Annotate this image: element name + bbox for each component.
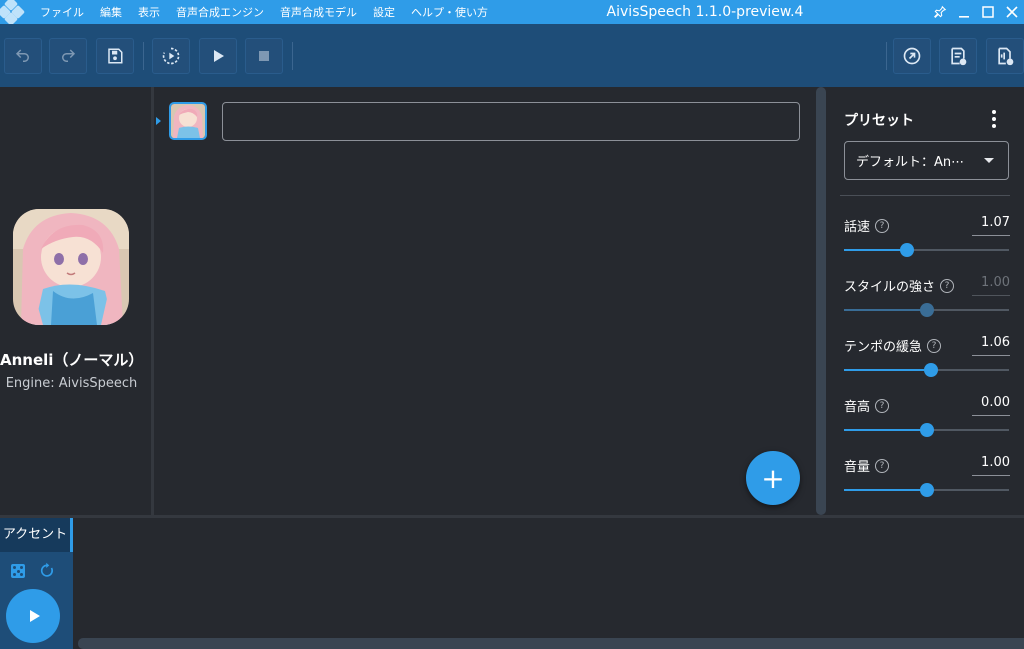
slider-thumb[interactable] [919,303,934,317]
param-pitch: 音高? 0.00 [844,395,1010,452]
maximize-icon[interactable] [976,0,1000,24]
menu-settings[interactable]: 設定 [373,4,395,20]
slider-thumb[interactable] [899,243,914,257]
app-logo-icon [0,0,26,27]
param-style-strength-label: スタイルの強さ [844,280,936,295]
param-pitch-label: 音高 [844,400,871,415]
more-vert-icon[interactable] [984,107,1004,131]
stop-button[interactable] [245,38,283,74]
play-button[interactable] [199,38,237,74]
help-icon[interactable]: ? [875,398,890,413]
dropdown-arrow-icon [984,158,994,163]
menu-file[interactable]: ファイル [40,4,84,20]
preset-title: プリセット [844,113,914,129]
bottom-scrollbar[interactable] [78,638,1024,649]
play-icon [29,610,40,622]
dice-icon[interactable] [11,564,25,578]
help-icon[interactable]: ? [940,278,955,293]
pin-icon[interactable] [928,0,952,24]
slider-thumb[interactable] [919,483,934,497]
text-input[interactable] [222,102,800,141]
redo-button[interactable] [49,38,87,74]
menu-bar: ファイル 編集 表示 音声合成エンジン 音声合成モデル 設定 ヘルプ・使い方 [40,0,504,24]
title-bar: ファイル 編集 表示 音声合成エンジン 音声合成モデル 設定 ヘルプ・使い方 A… [0,0,1024,27]
export-text-button[interactable] [939,38,977,74]
toolbar [0,24,1024,87]
open-link-icon [903,47,921,65]
export-audio-icon [998,47,1014,66]
preset-panel: プリセット デフォルト：An⋯ 話速? 1.07 スタイルの強さ? 1.00 テ… [826,87,1024,515]
menu-engine[interactable]: 音声合成エンジン [176,4,264,20]
audio-cell-list: + [154,87,814,515]
param-volume-label: 音量 [844,460,871,475]
add-cell-button[interactable]: + [746,451,800,505]
window-title: AivisSpeech 1.1.0-preview.4 [606,4,804,20]
menu-help[interactable]: ヘルプ・使い方 [411,4,488,20]
editor-scrollbar-thumb[interactable] [816,87,826,515]
param-pitch-slider[interactable] [844,423,1009,437]
divider [840,195,1010,196]
reset-icon[interactable] [38,562,56,580]
character-engine: Engine: AivisSpeech [5,376,138,391]
character-name: Anneli（ノーマル） [0,351,144,369]
param-volume: 音量? 1.00 [844,455,1010,512]
undo-button[interactable] [4,38,42,74]
play-continuous-icon [162,47,180,65]
param-tempo: テンポの緩急? 1.06 [844,335,1010,392]
active-row-marker-icon [156,117,161,125]
param-style-strength-slider[interactable] [844,303,1009,317]
bottom-sidebar: アクセント [0,518,73,649]
export-audio-button[interactable] [986,38,1024,74]
toolbar-separator [292,42,293,70]
param-pitch-value[interactable]: 0.00 [972,395,1010,416]
param-volume-slider[interactable] [844,483,1009,497]
bottom-panel: アクセント [0,518,1024,649]
minimize-icon[interactable] [952,0,976,24]
save-button[interactable] [96,38,134,74]
character-panel: Anneli（ノーマル） Engine: AivisSpeech [0,87,151,515]
tab-accent[interactable]: アクセント [0,518,73,552]
param-tempo-value[interactable]: 1.06 [972,335,1010,356]
help-icon[interactable]: ? [875,458,890,473]
param-tempo-slider[interactable] [844,363,1009,377]
preset-select[interactable]: デフォルト：An⋯ [844,141,1009,180]
help-icon[interactable]: ? [927,338,942,353]
param-speed-value[interactable]: 1.07 [972,215,1010,236]
save-icon [108,48,123,64]
menu-view[interactable]: 表示 [138,4,160,20]
preset-selected-value: デフォルト：An⋯ [856,155,965,170]
param-speed: 話速? 1.07 [844,215,1010,272]
menu-model[interactable]: 音声合成モデル [280,4,357,20]
redo-icon [62,49,76,62]
play-accent-button[interactable] [6,589,60,643]
row-character-avatar[interactable] [169,102,207,140]
editor-scrollbar[interactable] [814,87,826,515]
param-speed-label: 話速 [844,220,871,235]
help-icon[interactable]: ? [875,218,890,233]
export-text-icon [951,47,967,66]
toolbar-separator [886,42,887,70]
param-style-strength: スタイルの強さ? 1.00 [844,275,1010,332]
param-tempo-label: テンポの緩急 [844,340,923,355]
param-speed-slider[interactable] [844,243,1009,257]
menu-edit[interactable]: 編集 [100,4,122,20]
param-style-strength-value[interactable]: 1.00 [972,275,1010,296]
param-volume-value[interactable]: 1.00 [972,455,1010,476]
play-icon [214,50,224,62]
close-icon[interactable] [1000,0,1024,24]
slider-thumb[interactable] [919,423,934,437]
undo-icon [15,49,29,62]
open-link-button[interactable] [893,38,931,74]
slider-thumb[interactable] [924,363,939,377]
toolbar-separator [143,42,144,70]
stop-icon [259,51,269,61]
play-continuous-button[interactable] [152,38,190,74]
window-controls [928,0,1024,24]
character-portrait [13,209,129,325]
